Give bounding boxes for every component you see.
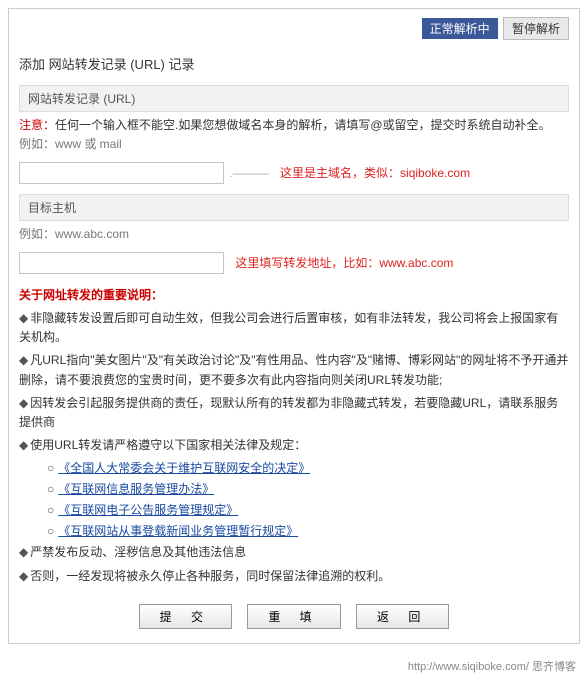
law-link-2[interactable]: 《互联网信息服务管理办法》: [58, 482, 214, 496]
reset-button[interactable]: 重 填: [247, 604, 340, 629]
section-target-header: 目标主机: [19, 194, 569, 221]
law-link-4[interactable]: 《互联网站从事登载新闻业务管理暂行规定》: [58, 524, 298, 538]
submit-button[interactable]: 提 交: [139, 604, 232, 629]
pause-parse-button[interactable]: 暂停解析: [503, 17, 569, 40]
hint-1: 这里是主域名，类似：siqiboke.com: [280, 166, 470, 180]
law-link-1[interactable]: 《全国人大常委会关于维护互联网安全的决定》: [58, 461, 310, 475]
back-button[interactable]: 返 回: [356, 604, 449, 629]
important-list: ◆非隐藏转发设置后即可自动生效，但我公司会进行后置审核，如有非法转发，我公司将会…: [19, 307, 569, 594]
footer-text: http://www.siqiboke.com/ 思齐博客: [0, 652, 588, 680]
page-title: 添加 网站转发记录 (URL) 记录: [19, 48, 569, 79]
target-input[interactable]: [19, 252, 224, 274]
normal-parse-button[interactable]: 正常解析中: [422, 18, 498, 39]
example-2: 例如：www.abc.com: [19, 221, 569, 248]
domain-suffix: .———: [229, 166, 268, 180]
law-link-3[interactable]: 《互联网电子公告服务管理规定》: [58, 503, 238, 517]
example-1: 例如：www 或 mail: [19, 135, 569, 158]
notice-text: 注意：任何一个输入框不能空.如果您想做域名本身的解析，请填写@或留空，提交时系统…: [19, 112, 569, 135]
subdomain-input[interactable]: [19, 162, 224, 184]
hint-2: 这里填写转发地址，比如：www.abc.com: [235, 256, 453, 270]
important-title: 关于网址转发的重要说明：: [19, 278, 569, 307]
section-url-header: 网站转发记录 (URL): [19, 85, 569, 112]
